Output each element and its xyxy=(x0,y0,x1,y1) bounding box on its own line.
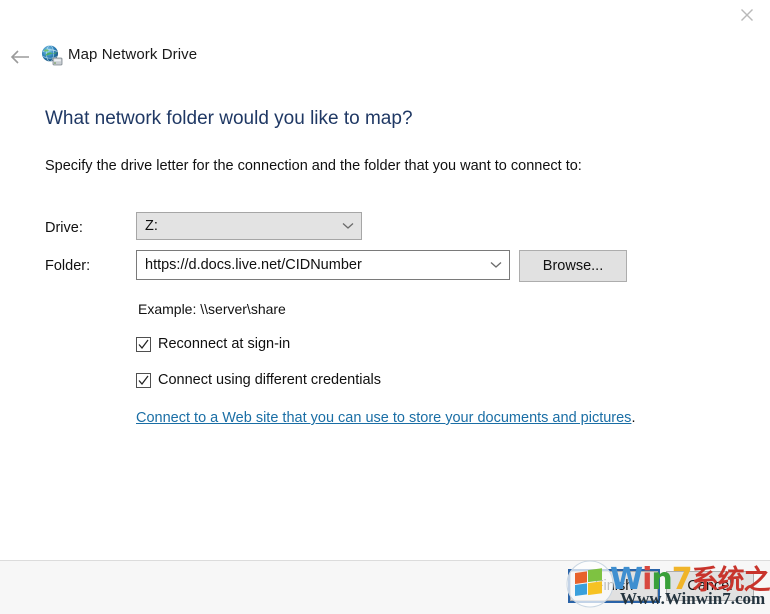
page-subtitle: Specify the drive letter for the connect… xyxy=(45,158,582,174)
checkbox-box[interactable] xyxy=(136,336,151,352)
chevron-down-icon xyxy=(335,222,361,230)
navigation-bar: Map Network Drive xyxy=(0,40,770,76)
folder-label: Folder: xyxy=(45,258,91,274)
example-text: Example: \\server\share xyxy=(138,301,286,317)
close-button[interactable] xyxy=(724,0,770,30)
chevron-down-icon[interactable] xyxy=(483,261,509,269)
checkbox-box[interactable] xyxy=(136,372,151,388)
connect-to-website-link[interactable]: Connect to a Web site that you can use t… xyxy=(136,410,631,426)
back-button[interactable] xyxy=(6,42,36,72)
map-network-drive-dialog: Map Network Drive What network folder wo… xyxy=(0,0,770,614)
drive-label: Drive: xyxy=(45,220,83,236)
back-arrow-icon xyxy=(10,50,29,64)
check-icon xyxy=(138,339,149,349)
cancel-button[interactable]: Cancel xyxy=(666,571,754,601)
page-title: What network folder would you like to ma… xyxy=(45,108,413,129)
check-icon xyxy=(138,375,149,385)
folder-combobox[interactable]: https://d.docs.live.net/CIDNumber xyxy=(136,250,510,280)
network-drive-icon xyxy=(40,44,64,68)
checkbox-label: Reconnect at sign-in xyxy=(158,336,291,352)
folder-input-value[interactable]: https://d.docs.live.net/CIDNumber xyxy=(137,257,483,273)
web-site-link-row: Connect to a Web site that you can use t… xyxy=(136,410,635,426)
link-trailing-period: . xyxy=(631,410,636,426)
finish-button[interactable]: Finish xyxy=(568,569,660,603)
close-icon xyxy=(741,9,753,21)
connect-different-credentials-checkbox[interactable]: Connect using different credentials xyxy=(136,372,381,388)
reconnect-at-signin-checkbox[interactable]: Reconnect at sign-in xyxy=(136,336,290,352)
checkbox-label: Connect using different credentials xyxy=(158,372,382,388)
drive-select-value: Z: xyxy=(145,218,158,234)
title-bar xyxy=(0,0,770,32)
drive-select[interactable]: Z: xyxy=(136,212,362,240)
browse-button[interactable]: Browse... xyxy=(519,250,627,282)
window-title: Map Network Drive xyxy=(68,46,198,63)
